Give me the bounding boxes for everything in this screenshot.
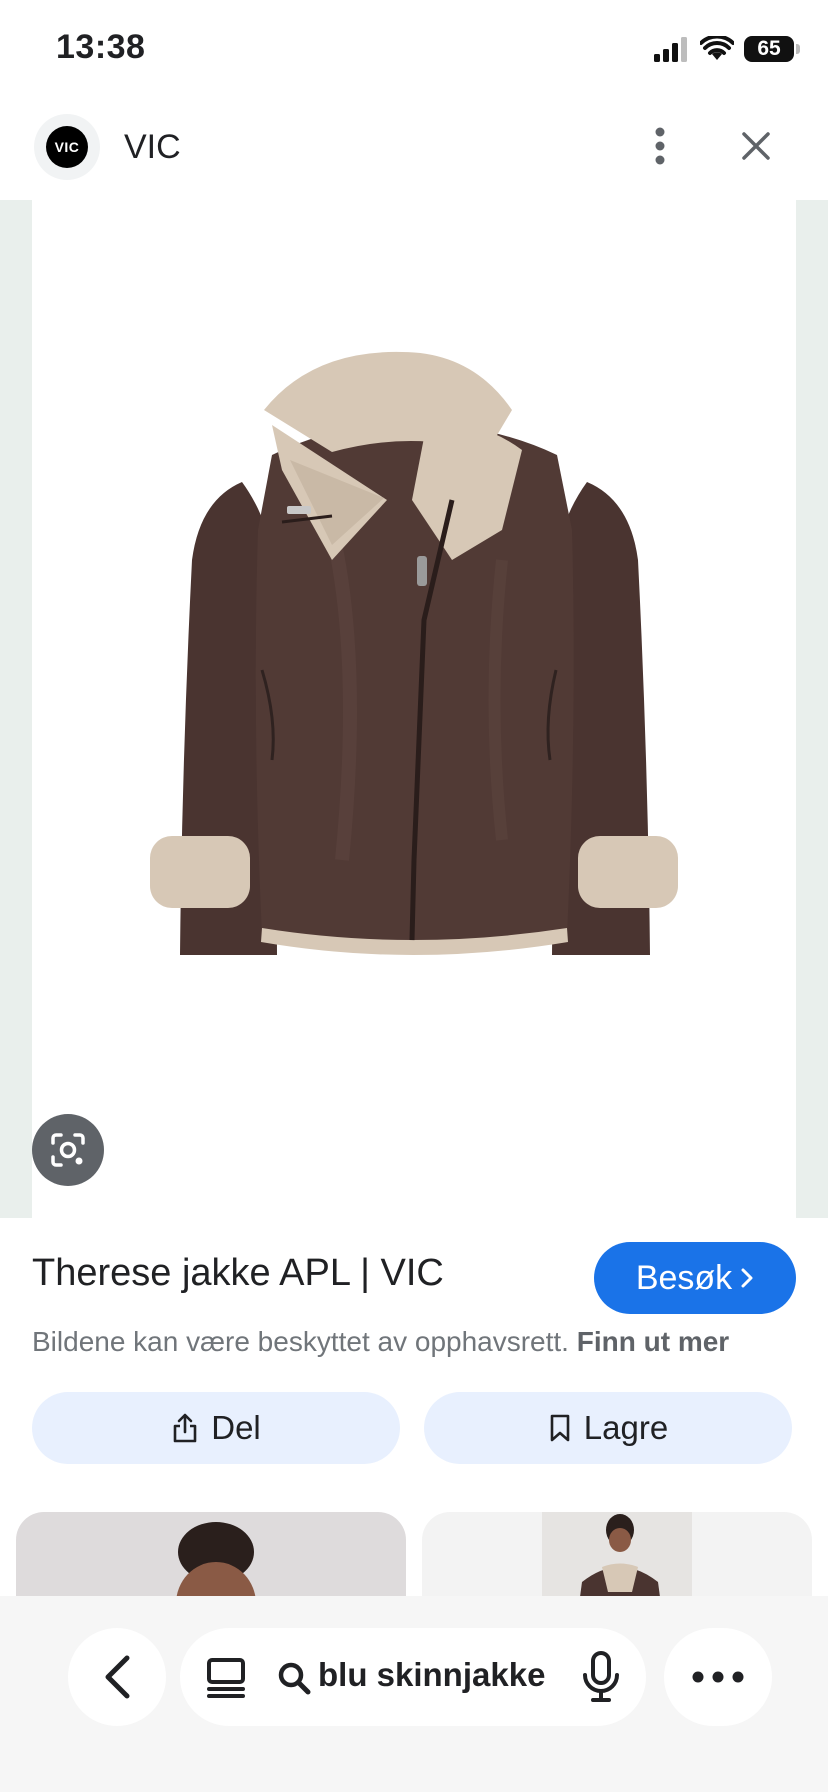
- source-logo[interactable]: VIC: [34, 114, 100, 180]
- more-vert-icon: [655, 127, 665, 165]
- search-bar[interactable]: blu skinnjakke: [180, 1628, 646, 1726]
- image-viewer: [0, 200, 828, 1218]
- more-options-button[interactable]: [636, 122, 684, 170]
- result-title[interactable]: Therese jakke APL | VIC: [32, 1252, 444, 1295]
- tabs-icon[interactable]: [204, 1656, 248, 1700]
- logo-text: VIC: [46, 126, 88, 168]
- search-icon: [278, 1662, 311, 1695]
- more-menu-button[interactable]: [664, 1628, 772, 1726]
- close-icon: [742, 132, 770, 160]
- battery-indicator: 65: [744, 36, 800, 62]
- save-label: Lagre: [583, 1409, 669, 1446]
- learn-more-link[interactable]: Finn ut mer: [577, 1326, 729, 1357]
- lens-icon: [51, 1133, 85, 1167]
- product-image[interactable]: [32, 200, 796, 1218]
- signal-icon: [654, 37, 687, 62]
- lens-search-button[interactable]: [32, 1114, 104, 1186]
- save-button[interactable]: Lagre: [424, 1392, 792, 1464]
- more-horiz-icon: [692, 1671, 744, 1683]
- back-icon: [105, 1655, 130, 1699]
- search-query[interactable]: blu skinnjakke: [318, 1656, 545, 1694]
- copyright-text: Bildene kan være beskyttet av opphavsret…: [32, 1326, 569, 1357]
- back-button[interactable]: [68, 1628, 166, 1726]
- source-header: VIC VIC: [0, 110, 828, 200]
- status-icons: 65: [652, 34, 800, 64]
- share-icon: [173, 1413, 197, 1443]
- close-button[interactable]: [732, 122, 780, 170]
- bookmark-icon: [550, 1414, 570, 1442]
- copyright-notice: Bildene kan være beskyttet av opphavsret…: [32, 1326, 729, 1358]
- chevron-right-icon: [741, 1268, 753, 1288]
- jacket-image: [150, 351, 678, 955]
- visit-label: Besøk: [635, 1258, 733, 1297]
- status-bar: 13:38 65: [0, 0, 828, 100]
- mic-icon[interactable]: [578, 1650, 624, 1704]
- wifi-icon: [700, 36, 734, 60]
- visit-button[interactable]: Besøk: [594, 1242, 796, 1314]
- status-time: 13:38: [56, 28, 146, 66]
- source-name[interactable]: VIC: [124, 128, 181, 167]
- share-button[interactable]: Del: [32, 1392, 400, 1464]
- share-label: Del: [211, 1409, 261, 1446]
